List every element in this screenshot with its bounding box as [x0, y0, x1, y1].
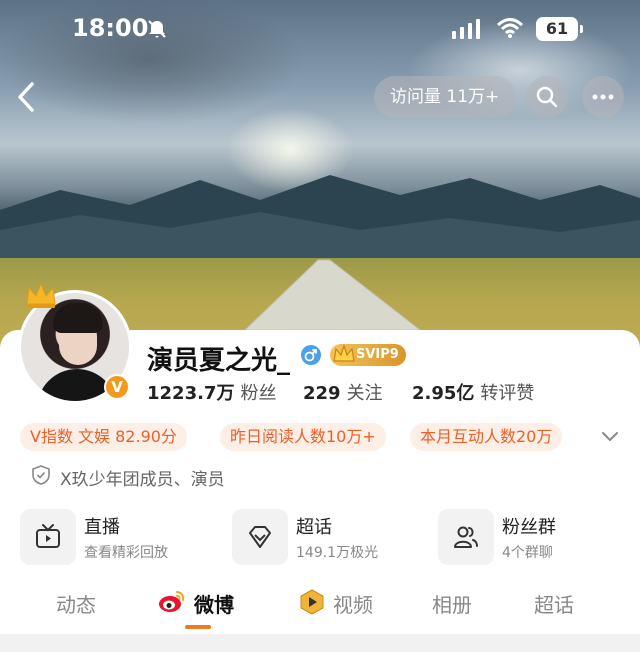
video-badge-icon [300, 589, 324, 615]
feature-live-subtitle: 查看精彩回放 [84, 545, 168, 561]
followers-count: 1223.7万 [147, 383, 235, 404]
engagement-stat[interactable]: 2.95亿 转评赞 [412, 379, 534, 405]
feature-fan-group-subtitle: 4个群聊 [502, 545, 553, 561]
battery-indicator: 61 [536, 17, 583, 41]
followers-label: 粉丝 [240, 383, 277, 404]
back-arrow-icon[interactable] [12, 80, 42, 114]
feature-supertopic[interactable]: 超话 149.1万极光 [232, 507, 422, 567]
feature-supertopic-title: 超话 [296, 517, 332, 538]
tv-icon [36, 524, 60, 548]
avatar-hair [53, 303, 103, 333]
status-time: 18:00 [72, 14, 149, 42]
tab-video[interactable]: 视频 [333, 589, 373, 618]
svip-label: SVIP9 [356, 347, 399, 362]
signal-icon [452, 19, 480, 39]
feature-fan-group[interactable]: 粉丝群 4个群聊 [438, 507, 628, 567]
svip-badge[interactable]: SVIP9 [330, 344, 406, 366]
engagement-count: 2.95亿 [412, 383, 475, 404]
group-icon [454, 526, 478, 548]
tab-weibo[interactable]: 微博 [194, 589, 234, 618]
feature-supertopic-icon-box [232, 509, 288, 565]
chevron-down-icon[interactable] [598, 426, 622, 448]
followers-stat[interactable]: 1223.7万 粉丝 [147, 379, 276, 405]
following-label: 关注 [346, 383, 383, 404]
engagement-label: 转评赞 [480, 383, 535, 404]
search-button[interactable] [526, 76, 568, 118]
visits-label: 访问量 11万+ [390, 87, 500, 107]
following-count: 229 [303, 383, 341, 404]
mountains-graphic [0, 175, 640, 260]
svip-crown-icon [333, 344, 355, 362]
more-options-button[interactable] [582, 76, 624, 118]
search-icon [536, 86, 558, 108]
active-tab-indicator [185, 625, 211, 629]
tab-supertopic[interactable]: 超话 [534, 589, 574, 618]
daily-readers-tag[interactable]: 昨日阅读人数10万+ [220, 423, 386, 451]
weibo-logo-icon [159, 591, 185, 612]
more-dots-icon [592, 94, 614, 100]
verified-badge: V [104, 374, 130, 400]
following-stat[interactable]: 229 关注 [303, 379, 383, 405]
diamond-icon [249, 526, 271, 548]
wifi-icon [497, 18, 523, 38]
tab-album[interactable]: 相册 [432, 589, 472, 618]
profile-description: X玖少年团成员、演员 [60, 470, 225, 490]
tab-activity[interactable]: 动态 [56, 589, 96, 618]
feature-live-title: 直播 [84, 517, 120, 538]
feature-fan-group-icon-box [438, 509, 494, 565]
feature-supertopic-subtitle: 149.1万极光 [296, 545, 379, 561]
feature-fan-group-title: 粉丝群 [502, 517, 556, 538]
content-divider [0, 634, 640, 652]
v-index-tag[interactable]: V指数 文娱 82.90分 [20, 423, 187, 451]
male-gender-icon [301, 345, 321, 365]
visits-button[interactable]: 访问量 11万+ [374, 76, 516, 118]
feature-live[interactable]: 直播 查看精彩回放 [20, 507, 210, 567]
bell-mute-icon [148, 20, 166, 38]
monthly-interactions-tag[interactable]: 本月互动人数20万 [410, 423, 563, 451]
username: 演员夏之光_ [147, 346, 291, 376]
shield-check-icon [32, 465, 50, 485]
crown-icon [26, 282, 56, 308]
feature-live-icon-box [20, 509, 76, 565]
